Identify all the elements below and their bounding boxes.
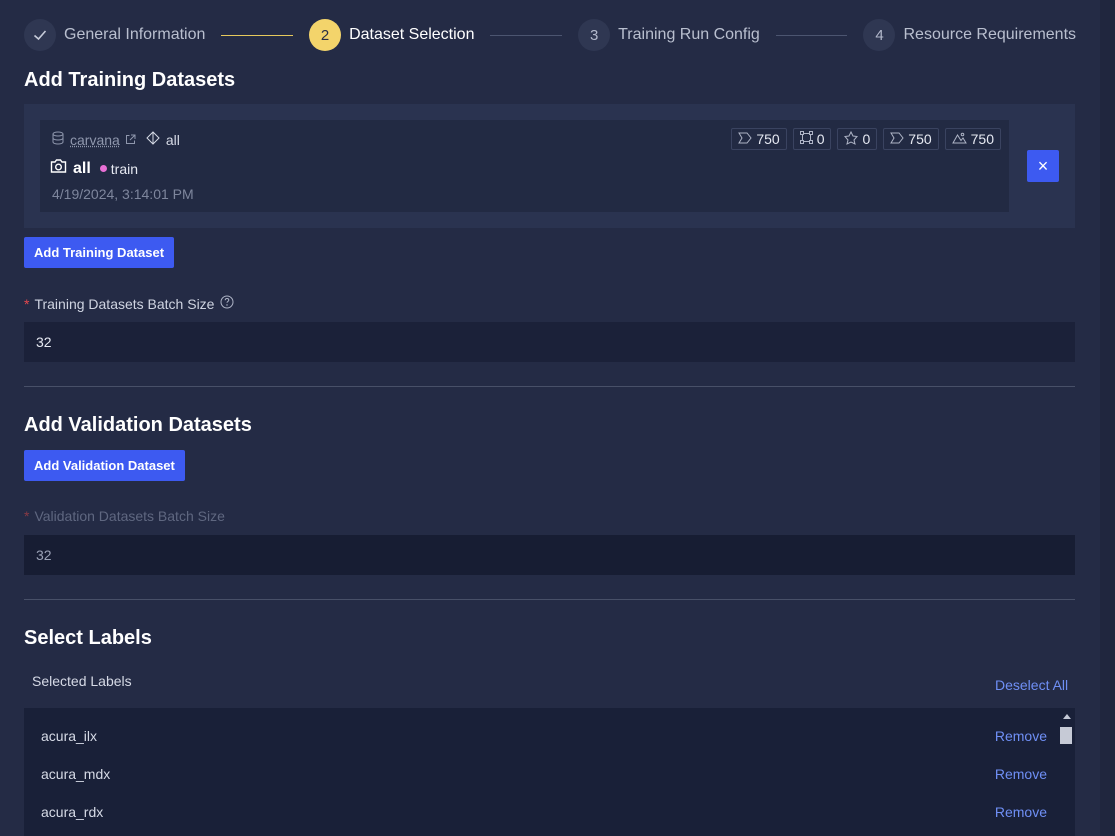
validation-batch-size-label: * Validation Datasets Batch Size [24, 508, 225, 524]
remove-label-link[interactable]: Remove [995, 728, 1047, 744]
label-tag-icon [890, 131, 908, 147]
stat-classifications: 750 [883, 128, 939, 150]
selected-labels-list[interactable]: acura_ilx Remove acura_mdx Remove acura_… [24, 708, 1075, 836]
remove-label-link[interactable]: Remove [995, 804, 1047, 820]
required-marker: * [24, 295, 30, 312]
scroll-up-arrow-icon[interactable] [1063, 714, 1071, 719]
stat-boxes: 0 [792, 128, 832, 150]
dataset-name: all [73, 159, 91, 177]
database-icon [52, 131, 64, 148]
list-item: acura_mdx Remove [24, 755, 1059, 793]
step-general-information[interactable]: General Information [24, 19, 205, 51]
tag-dot [99, 165, 107, 172]
dataset-tag: train [110, 160, 139, 177]
step-label: Resource Requirements [903, 26, 1077, 43]
training-batch-size-input[interactable] [24, 322, 1075, 362]
step-label: Training Run Config [618, 26, 760, 43]
external-link-icon[interactable] [125, 132, 136, 148]
dataset-meta: carvana all [52, 131, 180, 148]
dataset-project-link[interactable]: carvana [70, 132, 120, 148]
validation-section-title: Add Validation Datasets [24, 414, 252, 436]
step-connector [775, 34, 848, 36]
label-name: acura_ilx [41, 728, 98, 744]
stat-polygons: 0 [837, 128, 878, 150]
training-section-title: Add Training Datasets [24, 69, 236, 91]
section-divider [24, 386, 1075, 387]
dataset-card: carvana all all train 4/19/2024, 3:14:01… [40, 120, 1009, 212]
label-name: acura_rdx [41, 804, 104, 820]
dataset-title-row: all train [50, 158, 138, 179]
training-batch-size-label: * Training Datasets Batch Size [24, 295, 234, 312]
labels-section-title: Select Labels [24, 627, 152, 649]
dataset-date: 4/19/2024, 3:14:01 PM [52, 186, 194, 202]
step-training-run-config[interactable]: 3 Training Run Config [578, 19, 760, 51]
step-number: 4 [863, 19, 896, 51]
step-resource-requirements[interactable]: 4 Resource Requirements [863, 19, 1076, 51]
dataset-version: all [165, 131, 180, 148]
step-number: 3 [578, 19, 611, 51]
step-label: General Information [64, 26, 206, 43]
check-icon [24, 19, 56, 51]
bounding-box-icon [799, 131, 817, 147]
camera-icon [50, 158, 67, 179]
help-circle-icon[interactable] [220, 295, 234, 312]
version-icon [146, 131, 160, 148]
stat-images: 750 [944, 128, 1001, 150]
add-training-dataset-button[interactable]: Add Training Dataset [24, 237, 175, 268]
stepper: General Information 2 Dataset Selection … [24, 18, 1076, 52]
page-scrollbar-track[interactable] [1100, 0, 1115, 836]
step-label: Dataset Selection [349, 26, 475, 43]
selected-labels-heading: Selected Labels [32, 673, 132, 689]
label-tag-icon [738, 131, 756, 147]
list-item: acura_ilx Remove [24, 717, 1059, 755]
step-dataset-selection[interactable]: 2 Dataset Selection [309, 19, 474, 51]
add-validation-dataset-button[interactable]: Add Validation Dataset [24, 450, 185, 481]
deselect-all-link[interactable]: Deselect All [995, 677, 1068, 693]
polygon-icon [844, 130, 862, 148]
step-number: 2 [309, 19, 342, 51]
section-divider [24, 599, 1075, 600]
image-mountain-icon [951, 131, 971, 147]
list-scrollbar-thumb[interactable] [1060, 727, 1072, 744]
training-datasets-panel: carvana all all train 4/19/2024, 3:14:01… [24, 104, 1075, 228]
step-connector [490, 34, 563, 36]
validation-batch-size-input[interactable] [24, 535, 1075, 575]
label-name: acura_mdx [41, 766, 111, 782]
required-marker: * [24, 508, 30, 524]
list-item: acura_rdx Remove [24, 793, 1059, 831]
step-connector [221, 34, 294, 36]
dataset-stats: 750 0 0 750 750 [731, 128, 1001, 150]
remove-dataset-button[interactable]: × [1027, 150, 1059, 182]
remove-label-link[interactable]: Remove [995, 766, 1047, 782]
stat-labels: 750 [731, 128, 787, 150]
